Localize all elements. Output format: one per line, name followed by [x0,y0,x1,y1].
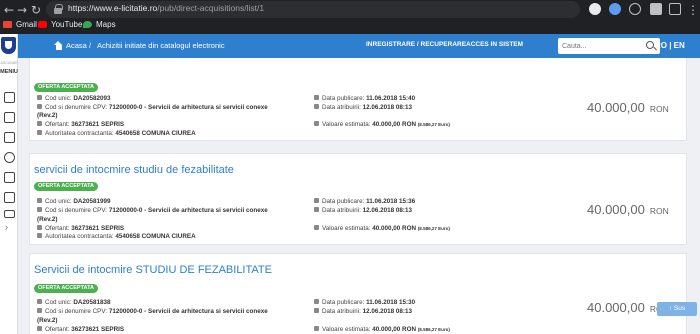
forward-icon[interactable]: → [15,3,29,17]
status-badge: OFERTA ACCEPTATA [34,182,99,191]
sidepanel-icon[interactable] [669,3,681,15]
breadcrumb-separator: / [89,41,92,50]
tag-icon [37,299,42,304]
notes-icon[interactable] [4,112,15,123]
cpv-code: Cod si denumire CPV: 71200000-0 - Servic… [37,104,268,111]
balance-icon[interactable] [4,172,15,183]
cod-unic: Cod unic: DA20581838 [37,299,110,306]
settings-extension-icon[interactable] [629,3,641,15]
cod-unic: Cod unic: DA20581999 [37,198,110,205]
bookmark-youtube[interactable]: YouTube [38,20,82,29]
calendar-icon [314,299,319,304]
acquisition-card: Servicii de intocmire STUDIU DE FEZABILI… [29,253,687,334]
acquisition-title-link[interactable]: servicii de intocmire studiu de fezabili… [34,164,234,176]
data-atribuire: Data atribuirii: 12.06.2018 08:13 [314,104,412,111]
acquisition-card: servicii de intocmire studiu de fezabili… [29,153,687,245]
address-bar[interactable]: https://www.e-licitatie.ro/pub/direct-ac… [46,1,580,18]
cpv-code: Cod si denumire CPV: 71200000-0 - Servic… [37,207,268,214]
user-icon [37,326,42,331]
calendar-icon [314,104,319,109]
catalog-icon[interactable] [4,132,15,143]
search-input[interactable] [562,40,642,52]
tag-icon [37,198,42,203]
ofertant: Ofertant: 36273621 SEPRIS [37,326,124,333]
list-icon[interactable] [4,192,15,203]
menu-label[interactable]: MENIU [0,69,18,75]
cod-unic: Cod unic: DA20582093 [37,95,110,102]
price: 40.000,00RON [587,100,669,115]
document-icon[interactable] [4,92,15,103]
data-publicare: Data publicare: 11.06.2018 15:36 [314,198,415,205]
id-card-icon[interactable] [4,210,15,218]
breadcrumb-home[interactable]: Acasa [66,41,87,50]
bookmark-gmail[interactable]: Gmail [3,20,37,29]
calendar-icon [314,198,319,203]
ofertant: Ofertant: 36273621 SEPRIS [37,225,124,232]
acquisition-card: OFERTA ACCEPTATA Cod unic: DA20582093 Co… [29,58,687,141]
menu-hide-label[interactable]: ASCUNDE [0,61,18,65]
acquisition-title-link[interactable]: Servicii de intocmire STUDIU DE FEZABILI… [34,264,272,276]
lock-icon [54,4,63,14]
building-icon [37,233,42,238]
home-icon[interactable] [54,41,63,50]
url-text: https://www.e-licitatie.ro/pub/direct-ac… [68,3,265,13]
search-icon[interactable] [646,41,654,49]
valoare-estimata: Valoare estimata: 40.000,00 RON (8.586,2… [314,121,450,128]
euro-icon [314,121,319,126]
google-extension-icon[interactable] [589,3,601,15]
sitemap-icon [37,207,42,212]
site-logo[interactable] [1,37,16,54]
left-sidebar: ASCUNDE MENIU › [0,34,18,334]
expand-chevron-icon[interactable]: › [5,222,8,232]
extensions-puzzle-icon[interactable] [650,3,662,15]
valoare-estimata: Valoare estimata: 40.000,00 RON (8.586,2… [314,225,450,232]
status-badge: OFERTA ACCEPTATA [34,284,99,293]
gmail-icon [3,21,12,28]
cpv-rev: (Rev.2) [37,112,58,119]
building-icon [37,130,42,135]
reload-icon[interactable]: ↻ [29,3,43,17]
cpv-code: Cod si denumire CPV: 71200000-0 - Servic… [37,308,268,315]
data-publicare: Data publicare: 11.06.2018 15:30 [314,299,415,306]
maps-icon [83,21,92,28]
user-icon [37,121,42,126]
ofertant: Ofertant: 36273621 SEPRIS [37,121,124,128]
header-bar: Acasa / Achizitii initiate din catalogul… [18,34,700,58]
results-list: OFERTA ACCEPTATA Cod unic: DA20582093 Co… [18,58,700,334]
register-link[interactable]: INREGISTRARE / RECUPERARE [366,41,466,48]
scroll-top-button[interactable]: ↑ Sus [657,302,697,316]
data-atribuire: Data atribuirii: 12.06.2018 08:13 [314,207,412,214]
kebab-menu-icon[interactable]: ⋮ [686,3,700,17]
bookmarks-bar: Gmail YouTube Maps [0,18,700,34]
search-box [558,38,660,54]
cpv-rev: (Rev.2) [37,216,58,223]
euro-icon [314,225,319,230]
language-switch[interactable]: RO | EN [655,41,685,50]
calendar-icon [314,308,319,313]
valoare-estimata: Valoare estimata: 40.000,00 RON (8.586,2… [314,326,450,333]
user-icon [37,225,42,230]
status-badge: OFERTA ACCEPTATA [34,83,99,92]
calendar-icon [314,95,319,100]
autoritate: Autoritatea contractanta: 4540658 COMUNA… [37,233,196,240]
breadcrumb-current: Achizitii initiate din catalogul electro… [97,41,225,50]
price: 40.000,00RON [587,202,669,217]
extension-icon[interactable] [609,3,621,15]
calendar-icon [314,207,319,212]
back-icon[interactable]: ← [2,3,16,17]
youtube-icon [38,21,47,28]
euro-icon [314,326,319,331]
data-atribuire: Data atribuirii: 12.06.2018 08:13 [314,308,412,315]
sitemap-icon [37,104,42,109]
autoritate: Autoritatea contractanta: 4540658 COMUNA… [37,130,196,137]
bookmark-maps[interactable]: Maps [83,20,116,29]
help-icon[interactable] [4,152,15,163]
tag-icon [37,95,42,100]
login-link[interactable]: ACCES IN SISTEM [466,41,523,48]
sitemap-icon [37,308,42,313]
browser-chrome: ← → ↻ https://www.e-licitatie.ro/pub/dir… [0,0,700,34]
cpv-rev: (Rev.2) [37,317,58,324]
data-publicare: Data publicare: 11.06.2018 15:40 [314,95,415,102]
